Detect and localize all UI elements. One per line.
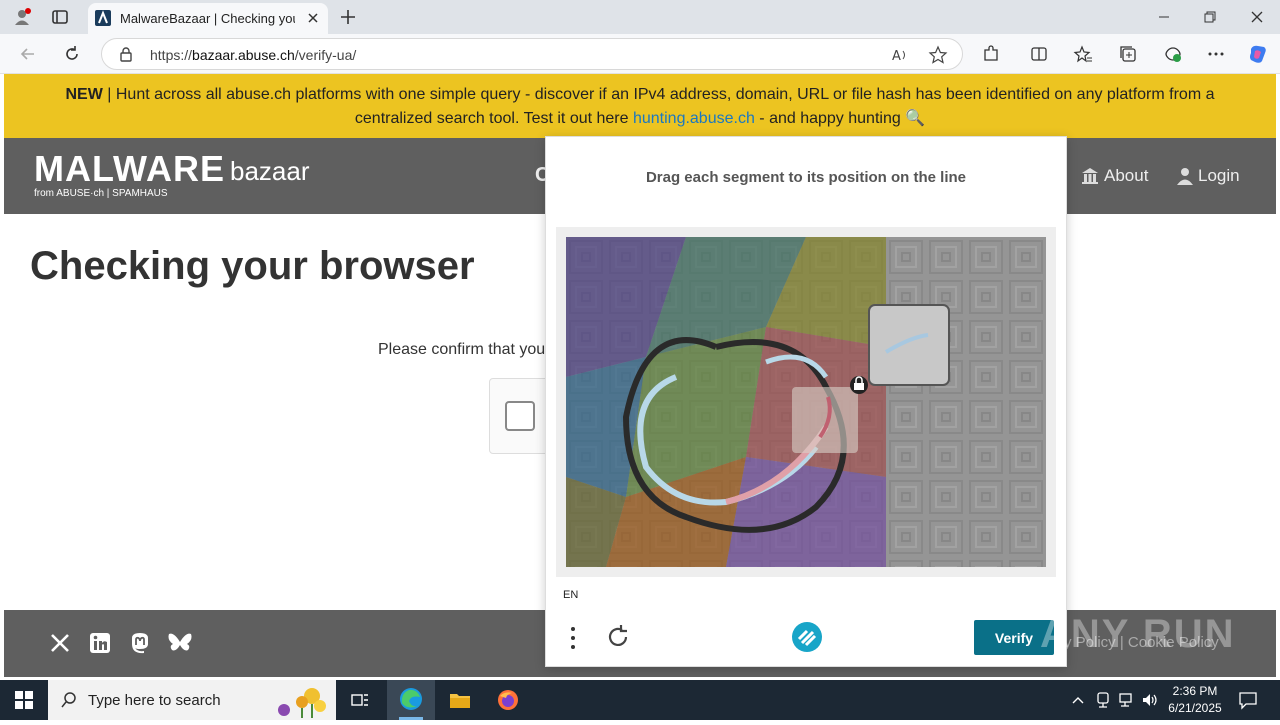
browser-tab-bar: MalwareBazaar | Checking your b <box>0 0 1280 34</box>
extensions-icon[interactable] <box>981 44 1001 64</box>
lock-icon[interactable] <box>118 46 134 62</box>
logo-from-abuse-spamhaus: from ABUSE·ch | SPAMHAUS <box>34 188 168 199</box>
puzzle-image <box>566 237 1046 567</box>
page-title: Checking your browser <box>30 244 475 288</box>
search-icon <box>60 691 78 709</box>
language-selector[interactable]: EN <box>563 589 578 601</box>
bluesky-icon[interactable] <box>168 632 192 654</box>
copilot-icon[interactable] <box>1247 43 1269 65</box>
url-text: https://bazaar.abuse.ch/verify-ua/ <box>150 47 357 63</box>
favorites-icon[interactable] <box>1073 44 1093 64</box>
anyrun-watermark: ANY RUN <box>1040 612 1236 656</box>
collections-icon[interactable] <box>1118 44 1138 64</box>
x-twitter-icon[interactable] <box>49 632 71 654</box>
nav-login[interactable]: Login <box>1198 166 1240 186</box>
browser-essentials-icon[interactable] <box>1163 44 1183 64</box>
tab-title: MalwareBazaar | Checking your b <box>120 11 295 26</box>
favorite-star-icon[interactable] <box>928 45 948 65</box>
clock-date: 6/21/2025 <box>1168 701 1222 715</box>
notifications-icon[interactable] <box>1238 690 1258 710</box>
network-icon[interactable] <box>1118 691 1136 709</box>
split-screen-icon[interactable] <box>1029 44 1049 64</box>
profile-icon[interactable] <box>12 7 32 27</box>
refresh-icon[interactable] <box>62 44 82 64</box>
volume-icon[interactable] <box>1141 691 1159 709</box>
captcha-menu-icon[interactable] <box>566 625 580 651</box>
puzzle-frame <box>556 227 1056 577</box>
logo-malware[interactable]: MALWARE <box>34 148 225 190</box>
new-tab-icon[interactable] <box>338 7 358 27</box>
more-menu-icon[interactable] <box>1206 44 1226 64</box>
hunting-link[interactable]: hunting.abuse.ch <box>633 110 755 127</box>
network-drive-icon[interactable] <box>1095 691 1111 709</box>
banner-suffix: - and happy hunting 🔍 <box>754 110 926 127</box>
edge-taskbar-button[interactable] <box>387 680 435 720</box>
mastodon-icon[interactable] <box>129 632 151 654</box>
windows-start-icon[interactable] <box>14 690 34 710</box>
search-placeholder: Type here to search <box>88 692 221 709</box>
address-bar[interactable]: https://bazaar.abuse.ch/verify-ua/ A <box>101 38 963 70</box>
captcha-refresh-icon[interactable] <box>604 623 632 651</box>
user-icon <box>1176 166 1194 186</box>
search-highlight-flowers-icon <box>270 682 332 718</box>
read-aloud-icon[interactable]: A <box>890 45 910 65</box>
about-icon <box>1080 166 1100 186</box>
browser-toolbar: https://bazaar.abuse.ch/verify-ua/ A <box>0 34 1280 74</box>
linkedin-icon[interactable] <box>89 632 111 654</box>
show-hidden-icons-icon[interactable] <box>1070 692 1086 708</box>
firefox-icon[interactable] <box>497 689 519 711</box>
tab-malwarebazaar[interactable]: MalwareBazaar | Checking your b <box>88 3 328 34</box>
captcha-challenge: Drag each segment to its position on the… <box>545 136 1067 667</box>
file-explorer-icon[interactable] <box>449 689 471 711</box>
taskbar-clock[interactable]: 2:36 PM 6/21/2025 <box>1160 683 1230 717</box>
close-window-icon[interactable] <box>1247 7 1267 27</box>
taskbar-search[interactable]: Type here to search <box>48 680 336 720</box>
confirm-text: Please confirm that you <box>378 341 546 358</box>
back-icon[interactable] <box>18 44 38 64</box>
banner-new-label: NEW <box>65 86 103 103</box>
close-tab-icon[interactable] <box>304 9 322 27</box>
minimize-icon[interactable] <box>1154 7 1174 27</box>
site-favicon-icon <box>95 10 111 26</box>
restore-icon[interactable] <box>1200 7 1220 27</box>
windows-taskbar: Type here to search 2:36 PM 6/21/2025 <box>0 680 1280 720</box>
tab-actions-icon[interactable] <box>50 7 70 27</box>
nav-about[interactable]: About <box>1104 166 1148 186</box>
captcha-prompt: Drag each segment to its position on the… <box>645 169 967 186</box>
announcement-banner: NEW | Hunt across all abuse.ch platforms… <box>4 74 1276 138</box>
human-checkbox[interactable] <box>505 401 535 431</box>
logo-bazaar[interactable]: bazaar <box>230 156 310 187</box>
svg-text:A: A <box>892 49 901 64</box>
captcha-provider-logo-icon <box>791 621 823 653</box>
task-view-icon[interactable] <box>350 690 370 710</box>
clock-time: 2:36 PM <box>1172 684 1218 698</box>
